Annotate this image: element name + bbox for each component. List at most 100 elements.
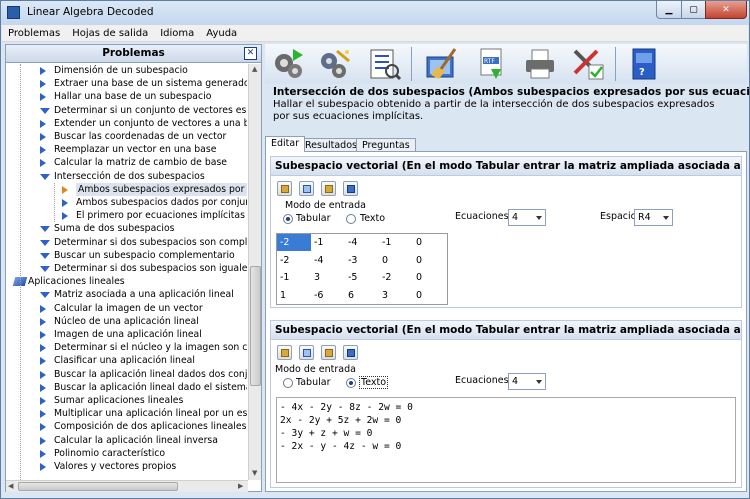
scroll-right-icon[interactable]: ▶ bbox=[238, 482, 243, 490]
close-panel-icon[interactable]: ✕ bbox=[244, 47, 257, 60]
printer-icon[interactable] bbox=[523, 47, 557, 81]
copy-icon[interactable] bbox=[299, 181, 314, 196]
close-button[interactable]: ✕ bbox=[705, 1, 747, 19]
rtf-export-icon[interactable]: RTF bbox=[475, 47, 509, 81]
equations-textarea[interactable]: - 4x - 2y - 8z - 2w = 0 2x - 2y + 5z + 2… bbox=[276, 397, 736, 483]
tree-item[interactable]: Buscar la aplicación lineal dado el sist… bbox=[6, 381, 247, 394]
matrix-cell[interactable]: 0 bbox=[413, 252, 447, 269]
tree-item[interactable]: Calcular la aplicación lineal inversa bbox=[6, 434, 247, 447]
new-icon[interactable] bbox=[277, 181, 292, 196]
tree-item[interactable]: Ambos subespacios expresados por sus ecu… bbox=[6, 182, 247, 196]
tree-item[interactable]: Sumar aplicaciones lineales bbox=[6, 394, 247, 407]
tree-item[interactable]: Suma de dos subespacios bbox=[6, 222, 247, 235]
matrix-cell[interactable]: 1 bbox=[277, 287, 311, 304]
menu-idioma[interactable]: Idioma bbox=[154, 28, 200, 39]
tree-item[interactable]: Dimensión de un subespacio bbox=[6, 64, 247, 77]
gears-icon[interactable] bbox=[271, 47, 305, 81]
scroll-down-icon[interactable]: ▼ bbox=[252, 469, 257, 477]
matrix-cell[interactable]: -6 bbox=[311, 287, 345, 304]
play-icon bbox=[62, 212, 68, 221]
radio-texto[interactable] bbox=[346, 378, 356, 388]
new-icon[interactable] bbox=[277, 345, 292, 360]
tree-item[interactable]: Polinomio característico bbox=[6, 447, 247, 460]
play-icon bbox=[40, 357, 46, 366]
matrix-cell[interactable]: -1 bbox=[379, 234, 413, 251]
tree-item[interactable]: Determinar si un conjunto de vectores es… bbox=[6, 104, 247, 117]
radio-texto[interactable] bbox=[346, 214, 356, 224]
eraser-icon[interactable] bbox=[343, 345, 358, 360]
tree-item[interactable]: Extraer una base de un sistema generador bbox=[6, 77, 247, 90]
tree-item[interactable]: Intersección de dos subespacios bbox=[6, 170, 247, 183]
matrix-cell[interactable]: 6 bbox=[345, 287, 379, 304]
paste-icon[interactable] bbox=[321, 345, 336, 360]
matrix-cell[interactable]: -2 bbox=[277, 234, 311, 251]
tree-item[interactable]: El primero por ecuaciones implícitas y e… bbox=[6, 209, 247, 222]
tree-item[interactable]: Buscar las coordenadas de un vector bbox=[6, 130, 247, 143]
tree-item[interactable]: Determinar si el núcleo y la imagen son … bbox=[6, 341, 247, 354]
matrix-cell[interactable]: -1 bbox=[277, 269, 311, 286]
tree-item[interactable]: Matriz asociada a una aplicación lineal bbox=[6, 288, 247, 301]
tree-item[interactable]: Buscar la aplicación lineal dados dos co… bbox=[6, 368, 247, 381]
maximize-button[interactable]: ▢ bbox=[681, 1, 706, 19]
matrix-cell[interactable]: -4 bbox=[345, 234, 379, 251]
matrix-cell[interactable]: -3 bbox=[345, 252, 379, 269]
minimize-button[interactable]: ▁ bbox=[656, 1, 682, 19]
radio-tabular[interactable] bbox=[283, 214, 293, 224]
tree-category[interactable]: Aplicaciones lineales bbox=[6, 275, 247, 288]
paste-icon[interactable] bbox=[321, 181, 336, 196]
scroll-left-icon[interactable]: ◀ bbox=[8, 482, 13, 490]
tools-check-icon[interactable] bbox=[571, 47, 605, 81]
tree-item[interactable]: Multiplicar una aplicación lineal por un… bbox=[6, 407, 247, 420]
tree-item[interactable]: Composición de dos aplicaciones lineales bbox=[6, 420, 247, 433]
matrix-cell[interactable]: 0 bbox=[413, 269, 447, 286]
tab-preguntas[interactable]: Preguntas bbox=[356, 138, 416, 152]
matrix-cell[interactable]: -2 bbox=[277, 252, 311, 269]
scroll-up-icon[interactable]: ▲ bbox=[252, 65, 257, 73]
radio-tabular[interactable] bbox=[283, 378, 293, 388]
help-book-icon[interactable]: ? bbox=[627, 47, 661, 81]
checklist-icon[interactable] bbox=[367, 47, 402, 81]
coefficient-matrix[interactable]: -2 -1 -4 -1 0 -2 -4 -3 0 0 -1 3 -5 -2 0 1 -6 6 3 0 bbox=[276, 233, 448, 305]
tab-editar[interactable]: Editar bbox=[265, 136, 306, 152]
matrix-cell[interactable]: 3 bbox=[311, 269, 345, 286]
matrix-cell[interactable]: 0 bbox=[379, 252, 413, 269]
espacio-select[interactable]: R4 bbox=[634, 209, 673, 226]
tab-resultados[interactable]: Resultados bbox=[299, 138, 363, 152]
tree-item[interactable]: Clasificar una aplicación lineal bbox=[6, 354, 247, 367]
matrix-cell[interactable]: -2 bbox=[379, 269, 413, 286]
clear-broom-icon[interactable] bbox=[425, 47, 459, 81]
tree-horizontal-scrollbar[interactable]: ◀ ▶ bbox=[6, 480, 248, 492]
tree-item[interactable]: Calcular la imagen de un vector bbox=[6, 302, 247, 315]
tree-item[interactable]: Extender un conjunto de vectores a una b… bbox=[6, 117, 247, 130]
tree-scroll-thumb[interactable] bbox=[250, 266, 261, 386]
menu-hojas-de-salida[interactable]: Hojas de salida bbox=[66, 28, 154, 39]
gears-magic-icon[interactable] bbox=[317, 47, 351, 81]
matrix-cell[interactable]: -5 bbox=[345, 269, 379, 286]
menu-problemas[interactable]: Problemas bbox=[2, 28, 66, 39]
matrix-cell[interactable]: -4 bbox=[311, 252, 345, 269]
matrix-cell[interactable]: 0 bbox=[413, 234, 447, 251]
eraser-icon[interactable] bbox=[343, 181, 358, 196]
tree-item[interactable]: Reemplazar un vector en una base bbox=[6, 143, 247, 156]
tree-item[interactable]: Núcleo de una aplicación lineal bbox=[6, 315, 247, 328]
tree-item[interactable]: Valores y vectores propios bbox=[6, 460, 247, 473]
tree-item[interactable]: Determinar si dos subespacios son iguale… bbox=[6, 262, 247, 275]
window-title: Linear Algebra Decoded bbox=[27, 6, 154, 18]
tree-item[interactable]: Ambos subespacios dados por conjuntos ge… bbox=[6, 196, 247, 209]
tree-item[interactable]: Buscar un subespacio complementario bbox=[6, 249, 247, 262]
tree-hscroll-thumb[interactable] bbox=[18, 482, 178, 491]
ecuaciones-select[interactable]: 4 bbox=[508, 209, 546, 226]
tree-item[interactable]: Hallar una base de un subespacio bbox=[6, 90, 247, 103]
matrix-cell[interactable]: 3 bbox=[379, 287, 413, 304]
tree-item[interactable]: Determinar si dos subespacios son comple… bbox=[6, 236, 247, 249]
matrix-cell[interactable]: -1 bbox=[311, 234, 345, 251]
tree-vertical-scrollbar[interactable]: ▲ ▼ bbox=[248, 64, 261, 480]
matrix-cell[interactable]: 0 bbox=[413, 287, 447, 304]
copy-icon[interactable] bbox=[299, 345, 314, 360]
tree-item[interactable]: Imagen de una aplicación lineal bbox=[6, 328, 247, 341]
tree-item-label: Buscar la aplicación lineal dado el sist… bbox=[54, 381, 247, 393]
menu-ayuda[interactable]: Ayuda bbox=[200, 28, 243, 39]
tree-item[interactable]: Calcular la matriz de cambio de base bbox=[6, 156, 247, 169]
ecuaciones-select[interactable]: 4 bbox=[508, 373, 546, 390]
radio-tabular-label: Tabular bbox=[296, 213, 331, 224]
